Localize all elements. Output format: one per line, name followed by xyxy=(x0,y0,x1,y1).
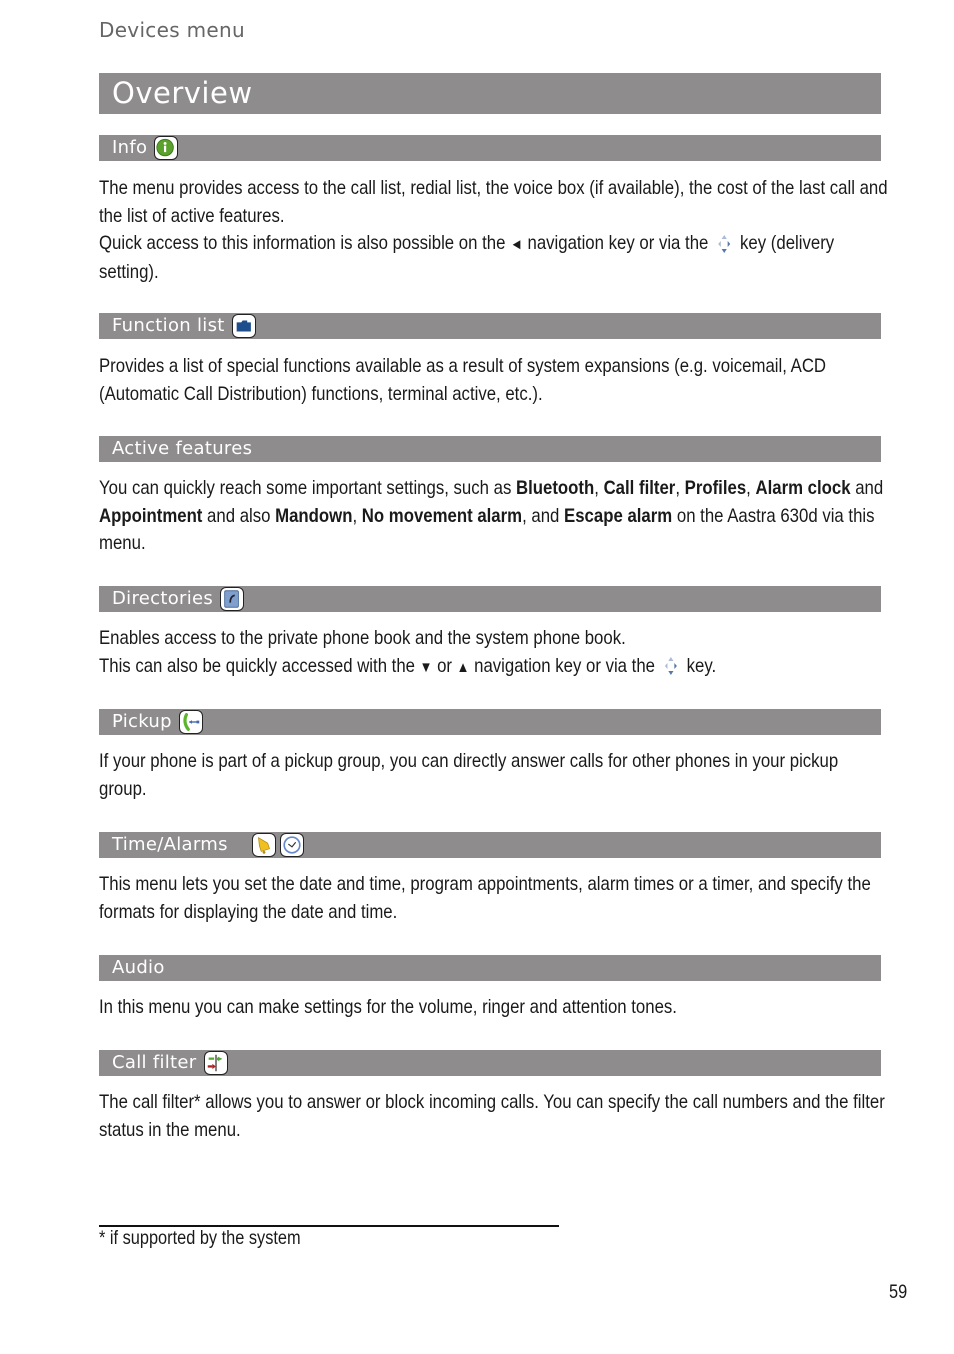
running-head: Devices menu xyxy=(99,18,245,42)
section-header-directories: Directories xyxy=(99,586,881,612)
section-header-info: Info xyxy=(99,135,881,161)
bold-term: Alarm clock xyxy=(755,477,851,499)
up-arrow-icon: ▲ xyxy=(456,658,470,676)
section-title: Pickup xyxy=(112,711,172,732)
bold-term: No movement alarm xyxy=(361,504,523,527)
section-header-audio: Audio xyxy=(99,955,881,981)
navigation-key-icon xyxy=(713,233,735,255)
section-title: Active features xyxy=(112,438,253,459)
section-title: Time/Alarms xyxy=(112,834,228,855)
folder-icon xyxy=(231,314,256,338)
section-header-call-filter: Call filter xyxy=(99,1050,881,1076)
info-text: The menu provides access to the call lis… xyxy=(99,175,888,286)
section-header-function-list: Function list xyxy=(99,313,881,339)
call-filter-text: The call filter* allows you to answer or… xyxy=(99,1091,885,1141)
pickup-text: If your phone is part of a pickup group,… xyxy=(99,750,839,800)
bold-term: Profiles xyxy=(684,477,747,499)
navigation-key-icon xyxy=(660,655,682,677)
section-title: Audio xyxy=(112,957,165,978)
page-title: Overview xyxy=(99,73,881,114)
page-number: 59 xyxy=(889,1282,908,1303)
section-title: Call filter xyxy=(112,1052,197,1073)
call-filter-icon xyxy=(203,1051,228,1075)
active-features-text: You can quickly reach some important set… xyxy=(99,477,884,554)
audio-text: In this menu you can make settings for t… xyxy=(99,996,677,1018)
left-arrow-icon: ◄ xyxy=(510,236,523,253)
section-title: Info xyxy=(112,137,148,158)
bold-term: Bluetooth xyxy=(515,477,595,499)
bold-term: Escape alarm xyxy=(564,504,673,527)
info-icon xyxy=(154,136,179,160)
section-header-active-features: Active features xyxy=(99,436,881,462)
bold-term: Appointment xyxy=(99,504,203,527)
section-header-pickup: Pickup xyxy=(99,709,881,735)
section-header-time-alarms: Time/Alarms xyxy=(99,832,881,858)
clock-icon xyxy=(279,833,304,857)
section-title: Directories xyxy=(112,588,214,609)
bold-term: Call filter xyxy=(603,477,676,499)
function-list-text: Provides a list of special functions ava… xyxy=(99,355,827,405)
down-arrow-icon: ▼ xyxy=(419,658,433,676)
footnote: * if supported by the system xyxy=(99,1228,301,1249)
phonebook-icon xyxy=(220,587,245,611)
footnote-divider xyxy=(99,1225,559,1227)
directories-text: Enables access to the private phone book… xyxy=(99,627,717,677)
bold-term: Mandown xyxy=(275,504,353,527)
section-title: Function list xyxy=(112,315,225,336)
info-paragraph-2: Quick access to this information is also… xyxy=(99,232,835,283)
info-paragraph-1: The menu provides access to the call lis… xyxy=(99,177,888,227)
bell-icon xyxy=(251,833,276,857)
pickup-icon xyxy=(178,710,203,734)
time-alarms-text: This menu lets you set the date and time… xyxy=(99,873,871,923)
